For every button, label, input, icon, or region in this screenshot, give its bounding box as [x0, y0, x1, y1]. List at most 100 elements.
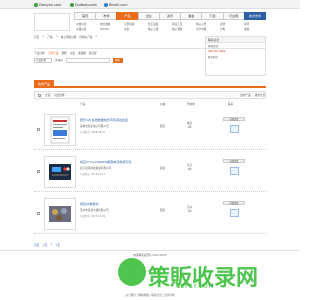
product-title[interactable]: 供应JIS数据表	[80, 202, 99, 206]
nav-tab[interactable]: 市场	[95, 12, 117, 20]
search-button[interactable]: 搜索	[112, 57, 123, 63]
product-title[interactable]: 研氏1ZJ 在线数据格式声音自动监控	[80, 118, 128, 122]
product-image[interactable]	[44, 114, 76, 146]
nav-tab[interactable]: 展会	[180, 12, 202, 20]
product-company[interactable]: 北京某某科技发展有限公司	[80, 166, 111, 170]
nav-tab-support[interactable]: 技术支持	[243, 12, 266, 20]
filter-option[interactable]: 机柜	[62, 51, 67, 55]
chat-icon[interactable]	[230, 167, 239, 175]
sort-link[interactable]: 排序方式	[255, 93, 265, 97]
product-image[interactable]	[44, 156, 76, 188]
site-icon	[34, 2, 38, 7]
filter-option[interactable]: 显示屏	[89, 51, 97, 55]
nav-tab[interactable]: 资讯	[158, 12, 181, 20]
select-all-label[interactable]: 全选	[45, 93, 50, 97]
search-input[interactable]	[65, 57, 110, 63]
breadcrumb-item[interactable]: 首页	[34, 35, 39, 39]
product-row: 供应57V/120000W极限电流电源可靠 北京某某科技发展有限公司 产品型号:…	[34, 152, 266, 192]
subnav-link[interactable]: 电子元器	[146, 27, 170, 33]
nav-tab[interactable]: 企业	[137, 12, 159, 20]
product-location: 北京 1年	[187, 164, 192, 172]
location-years: 1年	[187, 126, 192, 129]
contact-button[interactable]: 在线洽谈	[223, 159, 245, 163]
product-checkbox[interactable]	[37, 128, 40, 131]
site-logo[interactable]	[34, 13, 70, 31]
column-header: 产品	[80, 103, 86, 106]
site-link-label: Dudbaiy.com	[75, 2, 97, 7]
subnav-link[interactable]: DIC/DC	[98, 27, 122, 33]
document-thumbnail-icon	[50, 116, 70, 144]
nav-tab[interactable]: 首页	[74, 12, 96, 20]
subnav-link[interactable]: 光学仪器	[194, 27, 218, 33]
product-location: 苏州 1年	[187, 206, 192, 214]
publish-link[interactable]: 发布产品	[240, 93, 250, 97]
product-price: 面议	[160, 167, 166, 170]
footer-links[interactable]: 关于我们 | 网站地图 | 联系方式 | 法律声明	[0, 293, 300, 297]
contact-line: 服务时间	[208, 56, 219, 59]
filter-option-active[interactable]: 全部产品	[48, 51, 58, 55]
chat-icon[interactable]	[230, 209, 239, 217]
pager-prev[interactable]: 上页	[42, 243, 47, 247]
product-location: 重庆 1年	[187, 122, 192, 130]
contact-button[interactable]: 在线洽谈	[223, 117, 245, 121]
site-link-label: Biezhi.com	[109, 2, 128, 7]
filter-option[interactable]: 仪表	[70, 51, 75, 55]
product-company[interactable]: 苏州市某某仪器有限公司	[80, 208, 109, 212]
filter-label: 产品分类:	[34, 51, 46, 55]
site-link[interactable]: Biezhi.com	[104, 2, 128, 7]
location-years: 1年	[187, 168, 192, 171]
search-type-select[interactable]: 产品名称	[34, 57, 52, 63]
product-company[interactable]: 深圳市某某电子有限公司	[80, 124, 109, 128]
subnav-link[interactable]: 光电	[218, 27, 242, 33]
pager-next[interactable]: 下页	[55, 243, 60, 247]
power-supply-icon	[49, 164, 71, 180]
select-all-checkbox[interactable]	[38, 93, 41, 97]
footer-copyright: 电通网版权所有 2011-2015	[133, 254, 167, 257]
footer-divider	[0, 250, 300, 251]
breadcrumb-separator: >	[55, 35, 58, 38]
nav-tab[interactable]: 行业网	[222, 12, 244, 20]
compare-link[interactable]: 对比选择	[54, 93, 64, 97]
site-link[interactable]: Dudbaiy.com	[70, 2, 97, 7]
section-tab[interactable]: 热搜产品	[34, 80, 54, 88]
location-years: 1年	[187, 210, 192, 213]
site-icon	[70, 2, 74, 7]
pager-page[interactable]: 1	[50, 243, 52, 247]
nav-tab[interactable]: 下载	[201, 12, 223, 20]
table-header: 产品 价格 所在地 联系	[34, 100, 266, 108]
section-header: 热搜产品	[34, 80, 266, 88]
contact-box: 联系信息 客服热线 400 052 2000 服务时间	[205, 36, 266, 76]
subnav-link[interactable]: 电子测量	[170, 27, 194, 33]
main-nav: 首页 市场 产品 企业 资讯 展会 下载 行业网 技术支持	[74, 12, 266, 20]
product-checkbox[interactable]	[37, 170, 40, 173]
pagination: 首页 上页 1 下页	[34, 243, 60, 247]
site-icon	[104, 2, 108, 7]
nav-tab-active[interactable]: 产品	[116, 12, 138, 20]
pager-first[interactable]: 首页	[34, 243, 39, 247]
watermark-url: CEFSY.COM	[176, 283, 215, 290]
hits-count: 3	[95, 35, 97, 38]
breadcrumb-item[interactable]: 产品	[47, 35, 52, 39]
chat-icon[interactable]	[230, 125, 239, 133]
product-image[interactable]	[44, 198, 76, 230]
product-title[interactable]: 供应57V/120000W极限电流电源可靠	[80, 160, 131, 164]
product-meta: 产品型号: 2018-03-09	[80, 215, 106, 218]
subnav-link[interactable]: 电源	[242, 27, 266, 33]
site-link[interactable]: Diaoyan.com	[34, 2, 61, 7]
product-meta: 产品型号: 2018-03-12	[80, 173, 106, 176]
watermark-logo-icon	[118, 258, 146, 286]
keyword-label: 关键词	[55, 59, 63, 62]
product-checkbox[interactable]	[37, 212, 40, 215]
subnav-link[interactable]: 仪表	[122, 27, 146, 33]
sub-nav: 仪器仪表 电力电器 五金机械 化工设备 机床工具 电子元件 安防 资讯 仪器仪表…	[74, 21, 266, 32]
top-bar: Diaoyan.com Dudbaiy.com Biezhi.com	[0, 0, 300, 9]
filter-option[interactable]: 变频器	[78, 51, 86, 55]
product-price: 面议	[160, 125, 166, 128]
list-toolbar: 全选 对比选择 发布产品 排序方式	[34, 91, 266, 99]
subnav-link[interactable]: 仪器仪表	[74, 27, 98, 33]
breadcrumb-item[interactable]: 电子测量仪器	[61, 35, 77, 39]
breadcrumb-separator: >	[42, 35, 45, 38]
contact-button[interactable]: 在线洽谈	[223, 201, 245, 205]
hits-label: 约相关产品	[79, 35, 93, 39]
product-price: 面议	[160, 209, 166, 212]
